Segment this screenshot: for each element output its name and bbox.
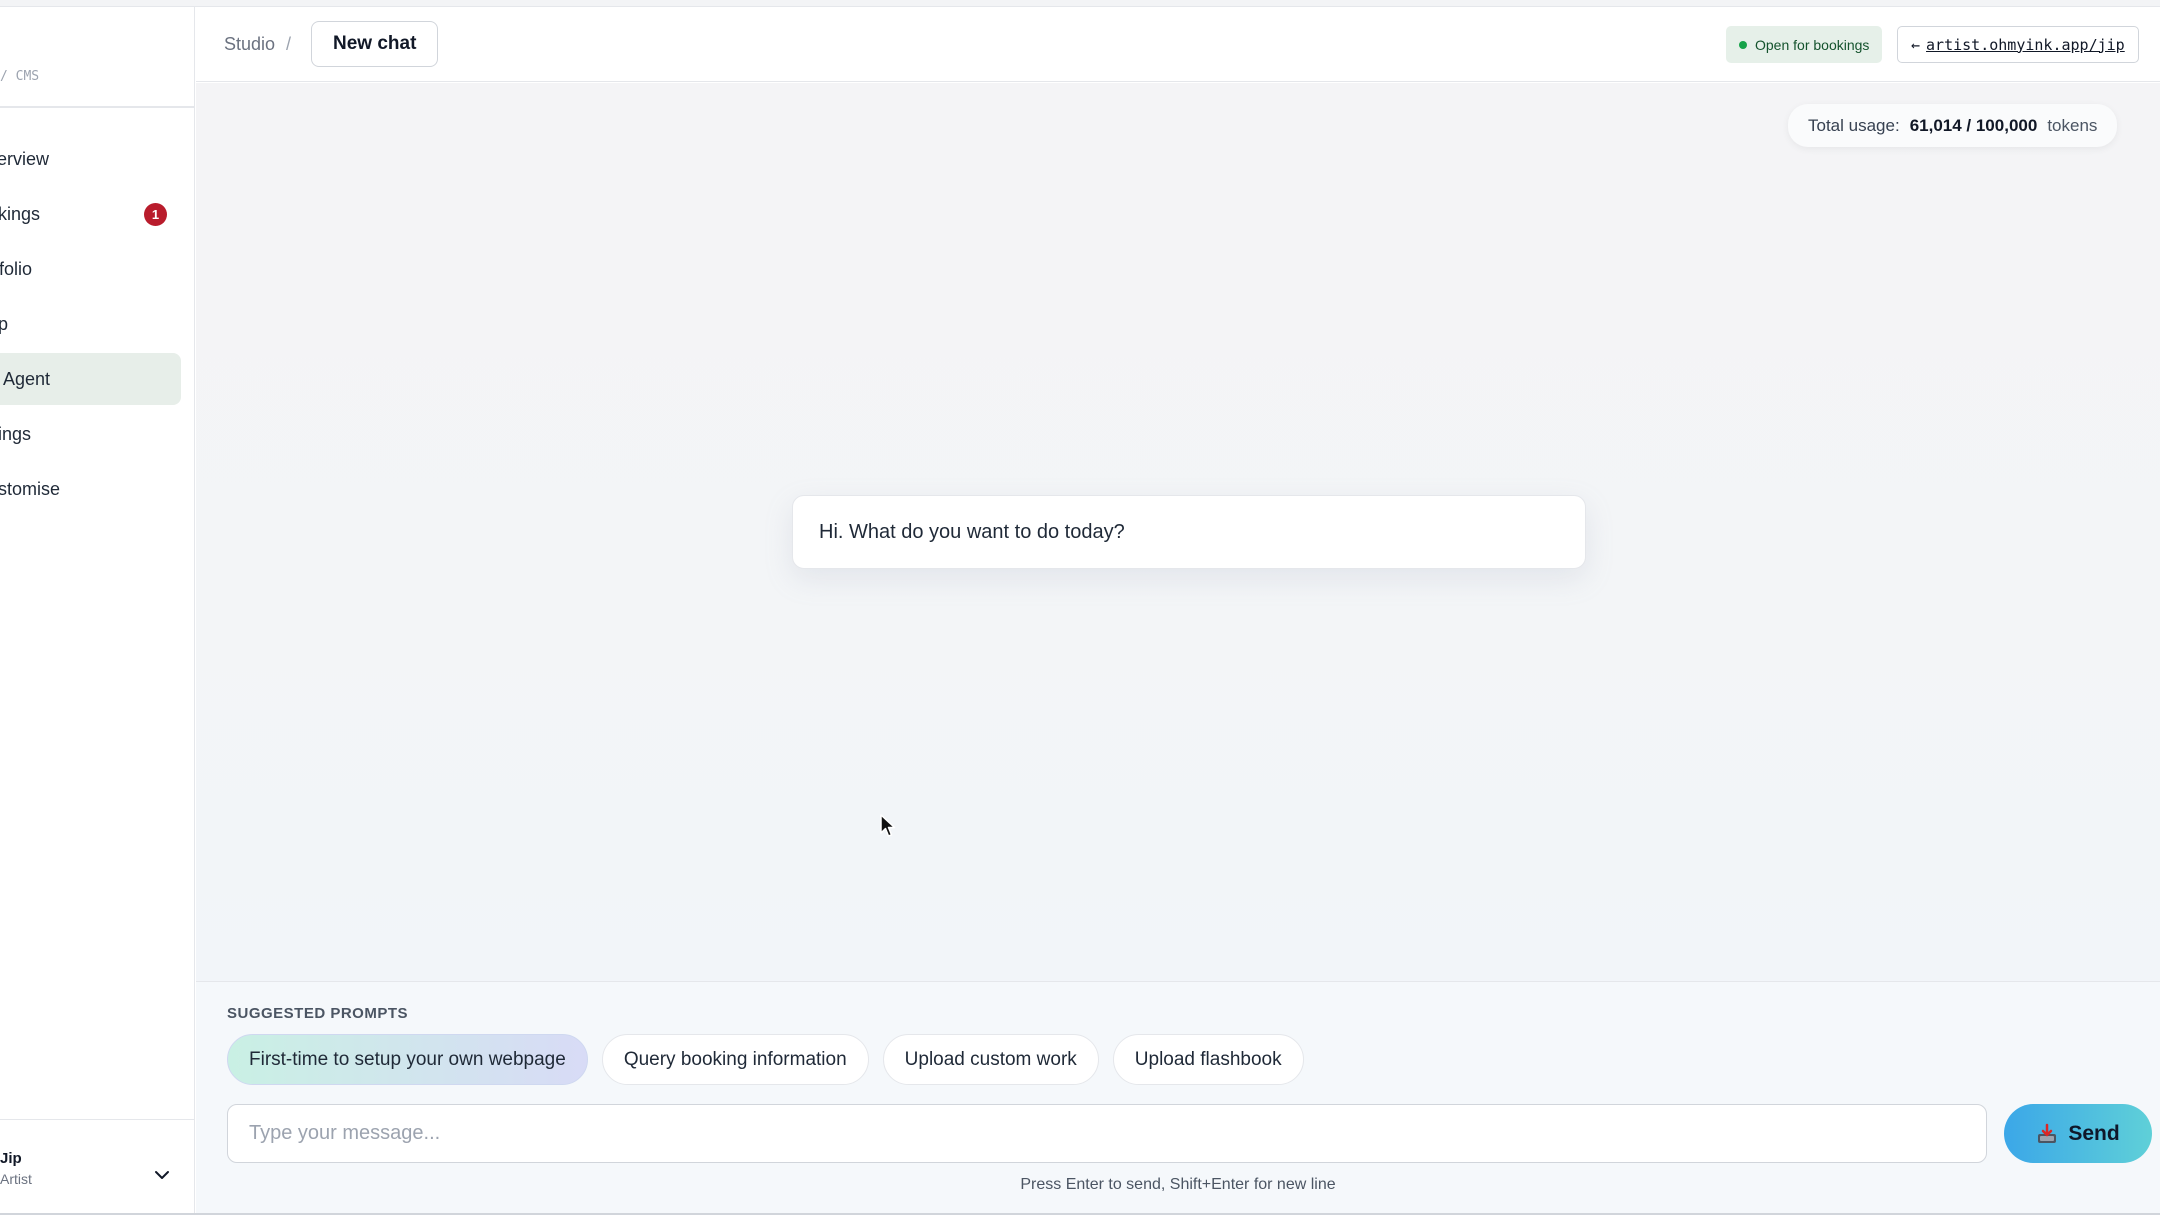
usage-label: Total usage: [1808, 115, 1900, 135]
mouse-cursor-icon [880, 814, 896, 837]
sidebar-nav: verview okings 1 rtfolio op Agent ttings… [0, 133, 181, 518]
send-button[interactable]: Send [2004, 1104, 2152, 1163]
sidebar: / CMS verview okings 1 rtfolio op Agent … [0, 7, 195, 1215]
sidebar-item-agent[interactable]: Agent [0, 353, 181, 405]
sidebar-item-portfolio[interactable]: rtfolio [0, 243, 181, 295]
prompt-chip-upload-custom-work[interactable]: Upload custom work [882, 1034, 1099, 1085]
breadcrumb-separator: / [286, 34, 292, 54]
sidebar-footer-divider [0, 1119, 194, 1120]
usage-unit: tokens [2047, 115, 2098, 135]
send-label: Send [2068, 1121, 2120, 1145]
sidebar-item-label: rtfolio [0, 258, 33, 279]
chat-area: Total usage: 61,014 / 100,000 tokens Hi.… [196, 83, 2160, 981]
public-page-link[interactable]: ← artist.ohmyink.app/jip [1897, 26, 2139, 63]
window-top-edge [0, 0, 2160, 7]
sidebar-item-overview[interactable]: verview [0, 133, 181, 185]
prompt-chip-upload-flashbook[interactable]: Upload flashbook [1112, 1034, 1304, 1085]
breadcrumb-studio[interactable]: Studio [224, 34, 275, 55]
booking-status-label: Open for bookings [1755, 36, 1870, 53]
user-name: Jip [0, 1150, 22, 1167]
public-page-url: artist.ohmyink.app/jip [1926, 35, 2125, 54]
suggested-prompts-title: SUGGESTED PROMPTS [227, 1005, 409, 1022]
header: Studio / New chat Open for bookings ← ar… [196, 7, 2160, 82]
assistant-greeting-message: Hi. What do you want to do today? [792, 495, 1586, 569]
usage-value: 61,014 / 100,000 [1909, 115, 2038, 135]
token-usage-indicator: Total usage: 61,014 / 100,000 tokens [1788, 104, 2118, 147]
send-icon [2038, 1123, 2057, 1143]
sidebar-item-label: ustomise [0, 478, 61, 499]
composer-hint: Press Enter to send, Shift+Enter for new… [1020, 1176, 1336, 1193]
sidebar-item-settings[interactable]: ttings [0, 408, 181, 460]
sidebar-item-label: verview [0, 148, 50, 169]
booking-status-badge: Open for bookings [1726, 26, 1883, 63]
status-dot-icon [1739, 40, 1747, 49]
composer-panel: SUGGESTED PROMPTS First-time to setup yo… [196, 981, 2160, 1215]
user-role: Artist [0, 1171, 32, 1187]
prompt-chip-query-booking[interactable]: Query booking information [601, 1034, 869, 1085]
bookings-count-badge: 1 [144, 203, 167, 226]
message-input[interactable] [227, 1104, 1987, 1163]
sidebar-item-customise[interactable]: ustomise [0, 463, 181, 515]
arrow-left-icon: ← [1911, 35, 1921, 54]
sidebar-item-label: op [0, 314, 8, 335]
sidebar-item-label: Agent [3, 368, 51, 389]
sidebar-item-label: okings [0, 203, 41, 224]
prompt-chip-setup-webpage[interactable]: First-time to setup your own webpage [227, 1034, 588, 1085]
suggested-prompts-list: First-time to setup your own webpage Que… [227, 1034, 1304, 1085]
sidebar-item-label: ttings [0, 423, 32, 444]
sidebar-item-shop[interactable]: op [0, 298, 181, 350]
sidebar-divider [0, 106, 194, 108]
sidebar-brand: / CMS [0, 69, 40, 84]
chat-title-tab[interactable]: New chat [311, 21, 439, 67]
chevron-down-icon[interactable] [152, 1165, 172, 1185]
sidebar-item-bookings[interactable]: okings 1 [0, 188, 181, 240]
